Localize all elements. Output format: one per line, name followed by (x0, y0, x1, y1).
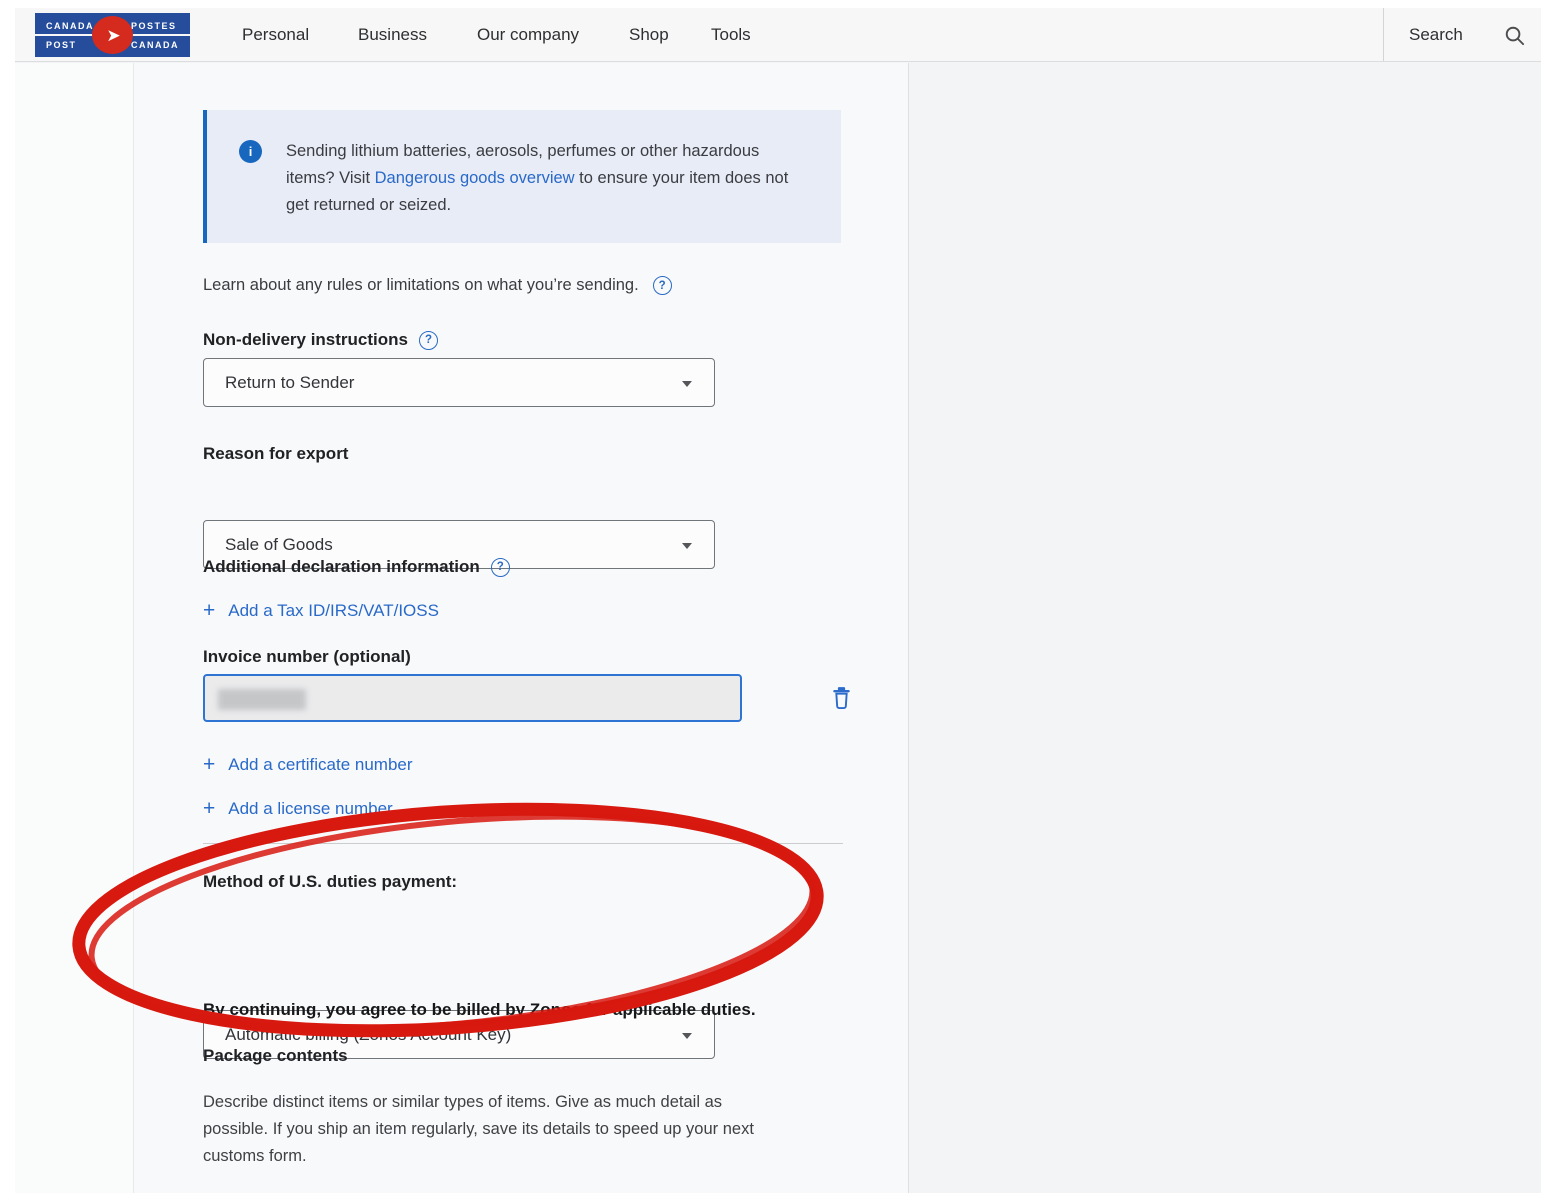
nav-item-business[interactable]: Business (358, 8, 427, 62)
hazardous-items-info-banner: i Sending lithium batteries, aerosols, p… (203, 110, 841, 243)
canada-post-logo[interactable]: CANADA POST POSTES CANADA ➤ (35, 13, 190, 57)
package-contents-description: Describe distinct items or similar types… (203, 1089, 783, 1170)
left-gutter (15, 63, 133, 1193)
nav-divider (1383, 8, 1384, 61)
nav-item-personal[interactable]: Personal (242, 8, 309, 62)
rules-help-icon[interactable]: ? (653, 276, 672, 295)
search-icon[interactable] (1503, 8, 1526, 62)
additional-declaration-label: Additional declaration information ? (203, 557, 510, 577)
chevron-down-icon (682, 381, 692, 387)
reason-export-label: Reason for export (203, 444, 348, 464)
browser-viewport: CANADA POST POSTES CANADA ➤ Personal Bus… (15, 8, 1541, 1193)
plus-icon: + (203, 754, 215, 775)
duties-payment-label: Method of U.S. duties payment: (203, 872, 457, 892)
logo-text: CANADA (46, 21, 94, 31)
nav-item-tools[interactable]: Tools (711, 8, 751, 62)
dangerous-goods-link[interactable]: Dangerous goods overview (375, 169, 575, 187)
nav-item-our-company[interactable]: Our company (477, 8, 579, 62)
canada-post-wing-icon: ➤ (92, 16, 133, 54)
add-license-link[interactable]: + Add a license number (203, 798, 393, 819)
invoice-number-label: Invoice number (optional) (203, 647, 411, 667)
plus-icon: + (203, 798, 215, 819)
package-contents-heading: Package contents (203, 1046, 348, 1066)
nav-item-shop[interactable]: Shop (629, 8, 669, 62)
section-divider (203, 843, 843, 844)
redacted-invoice-value (218, 689, 306, 710)
search-button[interactable]: Search (1409, 8, 1463, 62)
customs-form-card: i Sending lithium batteries, aerosols, p… (133, 63, 909, 1193)
info-icon: i (239, 140, 262, 163)
rules-limitations-line: Learn about any rules or limitations on … (203, 276, 672, 295)
invoice-number-input[interactable] (203, 674, 742, 722)
chevron-down-icon (682, 543, 692, 549)
page: CANADA POST POSTES CANADA ➤ Personal Bus… (0, 0, 1556, 1202)
invoice-number-row (203, 674, 883, 724)
banner-text: Sending lithium batteries, aerosols, per… (286, 138, 801, 219)
non-delivery-help-icon[interactable]: ? (419, 331, 438, 350)
billing-agreement-note: By continuing, you agree to be billed by… (203, 1000, 853, 1020)
non-delivery-label: Non-delivery instructions ? (203, 330, 438, 350)
delete-invoice-button[interactable] (828, 685, 854, 713)
logo-text: POST (46, 40, 77, 50)
add-certificate-link[interactable]: + Add a certificate number (203, 754, 413, 775)
non-delivery-select[interactable]: Return to Sender (203, 358, 715, 407)
logo-text: POSTES (131, 21, 177, 31)
trash-icon (830, 685, 853, 710)
plus-icon: + (203, 600, 215, 621)
top-nav: CANADA POST POSTES CANADA ➤ Personal Bus… (15, 8, 1541, 62)
chevron-down-icon (682, 1033, 692, 1039)
add-tax-id-link[interactable]: + Add a Tax ID/IRS/VAT/IOSS (203, 600, 439, 621)
additional-declaration-help-icon[interactable]: ? (491, 558, 510, 577)
logo-text: CANADA (131, 40, 179, 50)
